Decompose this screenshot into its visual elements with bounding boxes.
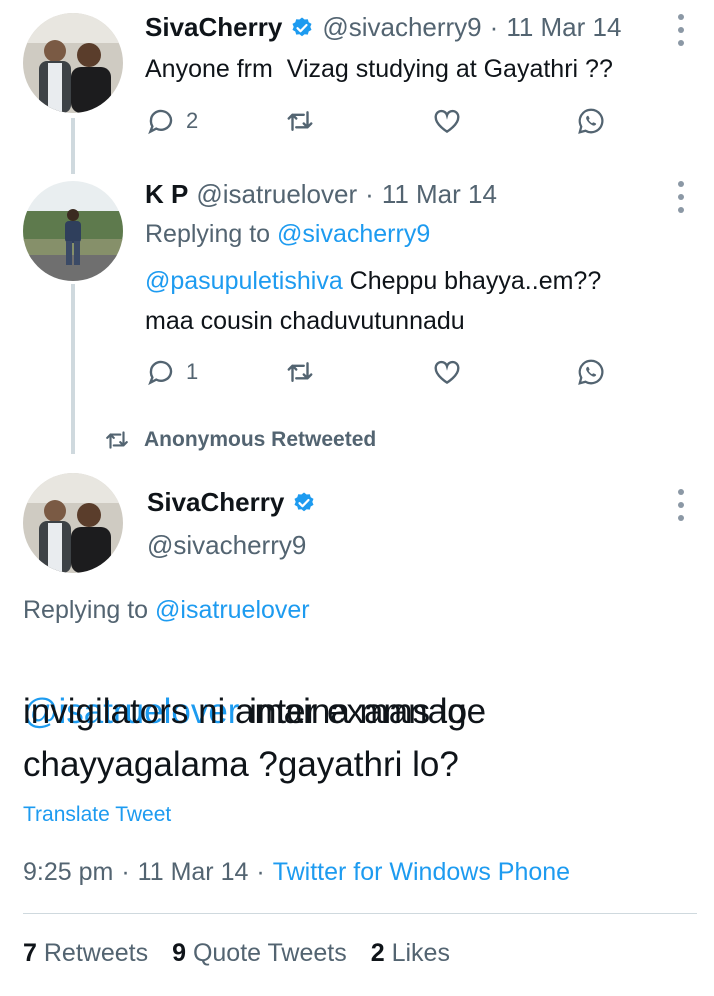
- avatar-sivacherry-main[interactable]: [23, 473, 123, 573]
- main-tweet-name-row: SivaCherry: [147, 487, 316, 518]
- tweet2-handle[interactable]: @isatruelover: [196, 179, 357, 210]
- verified-badge-icon: [292, 17, 312, 36]
- retweets-count: 7: [23, 939, 37, 967]
- tweet1-like-button[interactable]: [432, 106, 462, 136]
- main-tweet-date[interactable]: 11 Mar 14: [138, 858, 249, 887]
- tweet-stats: 7 Retweets 9 Quote Tweets 2 Likes: [23, 939, 450, 968]
- tweet2-dot: ·: [365, 179, 374, 209]
- tweet1-name[interactable]: SivaCherry: [145, 12, 282, 43]
- retweet-icon: [287, 362, 313, 382]
- main-tweet-text-line2: invigilators ni amaina manage: [23, 692, 487, 731]
- tweet2-date[interactable]: 11 Mar 14: [382, 179, 497, 210]
- main-tweet-replying-to: Replying to @isatruelover: [23, 596, 310, 625]
- whatsapp-icon: [578, 108, 604, 134]
- main-tweet-handle[interactable]: @sivacherry9: [147, 530, 306, 561]
- retweet-context-label[interactable]: Anonymous Retweeted: [144, 428, 376, 452]
- tweet2-replying-prefix: Replying to: [145, 220, 271, 248]
- avatar-kp[interactable]: [23, 181, 123, 281]
- tweet1-reply-button[interactable]: 2: [146, 106, 198, 136]
- retweet-context: Anonymous Retweeted: [104, 427, 376, 453]
- avatar-sivacherry[interactable]: [23, 13, 123, 113]
- tweet2-text-line1: Cheppu bhayya..em??: [342, 267, 602, 295]
- likes-label: Likes: [391, 939, 450, 967]
- main-tweet-dot1: ·: [121, 858, 130, 886]
- tweet2-mention[interactable]: @pasupuletishiva: [145, 267, 343, 295]
- thread-connector-2: [71, 284, 75, 454]
- tweet1-more-icon[interactable]: [676, 14, 686, 46]
- likes-stat[interactable]: 2 Likes: [371, 939, 450, 968]
- quote-tweets-count: 9: [172, 939, 186, 967]
- tweet2-more-icon[interactable]: [676, 181, 686, 213]
- retweet-icon: [106, 431, 128, 449]
- tweet2-name[interactable]: K P: [145, 179, 188, 210]
- main-tweet-dot2: ·: [256, 858, 265, 886]
- main-tweet-source[interactable]: Twitter for Windows Phone: [273, 858, 570, 887]
- like-icon: [434, 109, 460, 134]
- tweet1-header: SivaCherry @sivacherry9 · 11 Mar 14: [145, 12, 621, 43]
- tweet1-text: Anyone frm Vizag studying at Gayathri ??: [145, 55, 613, 83]
- divider: [23, 913, 697, 914]
- verified-badge-icon: [294, 492, 314, 511]
- like-icon: [434, 360, 460, 385]
- tweet2-text: @pasupuletishiva Cheppu bhayya..em??: [145, 260, 601, 302]
- tweet2-retweet-button[interactable]: [285, 357, 315, 387]
- retweets-label: Retweets: [43, 939, 149, 967]
- tweet1-handle[interactable]: @sivacherry9: [322, 12, 481, 43]
- main-tweet-more-icon[interactable]: [676, 489, 686, 521]
- tweet2-like-button[interactable]: [432, 357, 462, 387]
- retweets-stat[interactable]: 7 Retweets: [23, 939, 148, 968]
- whatsapp-icon: [578, 359, 604, 385]
- main-tweet-name[interactable]: SivaCherry: [147, 487, 284, 518]
- main-tweet-time[interactable]: 9:25 pm: [23, 858, 113, 887]
- tweet1-dot: ·: [489, 12, 499, 42]
- tweet1-date[interactable]: 11 Mar 14: [506, 12, 621, 43]
- main-tweet-replying-prefix: Replying to: [23, 596, 149, 624]
- main-tweet-replying-handle[interactable]: @isatruelover: [155, 596, 310, 624]
- tweet2-whatsapp-button[interactable]: [576, 357, 606, 387]
- reply-icon: [148, 109, 173, 135]
- quote-tweets-label: Quote Tweets: [192, 939, 347, 967]
- tweet2-replying-handle[interactable]: @sivacherry9: [277, 220, 430, 248]
- likes-count: 2: [370, 939, 385, 967]
- thread-connector: [71, 118, 75, 174]
- tweet2-replying-to: Replying to @sivacherry9: [145, 220, 430, 249]
- quote-tweets-stat[interactable]: 9 Quote Tweets: [172, 939, 347, 968]
- tweet1-whatsapp-button[interactable]: [576, 106, 606, 136]
- tweet2-reply-button[interactable]: 1: [146, 357, 198, 387]
- tweet1-retweet-button[interactable]: [285, 106, 315, 136]
- main-tweet-text-line3: chayyagalama ?gayathri lo?: [23, 745, 459, 784]
- retweet-icon: [287, 111, 313, 131]
- tweet2-reply-count: 1: [186, 359, 199, 384]
- tweet1-reply-count: 2: [186, 108, 199, 133]
- tweet2-header: K P @isatruelover · 11 Mar 14: [145, 179, 497, 210]
- translate-tweet-link[interactable]: Translate Tweet: [23, 803, 171, 827]
- reply-icon: [148, 360, 173, 386]
- tweet2-text-line2: maa cousin chaduvutunnadu: [145, 307, 465, 335]
- main-tweet-meta: 9:25 pm · 11 Mar 14 · Twitter for Window…: [23, 858, 570, 887]
